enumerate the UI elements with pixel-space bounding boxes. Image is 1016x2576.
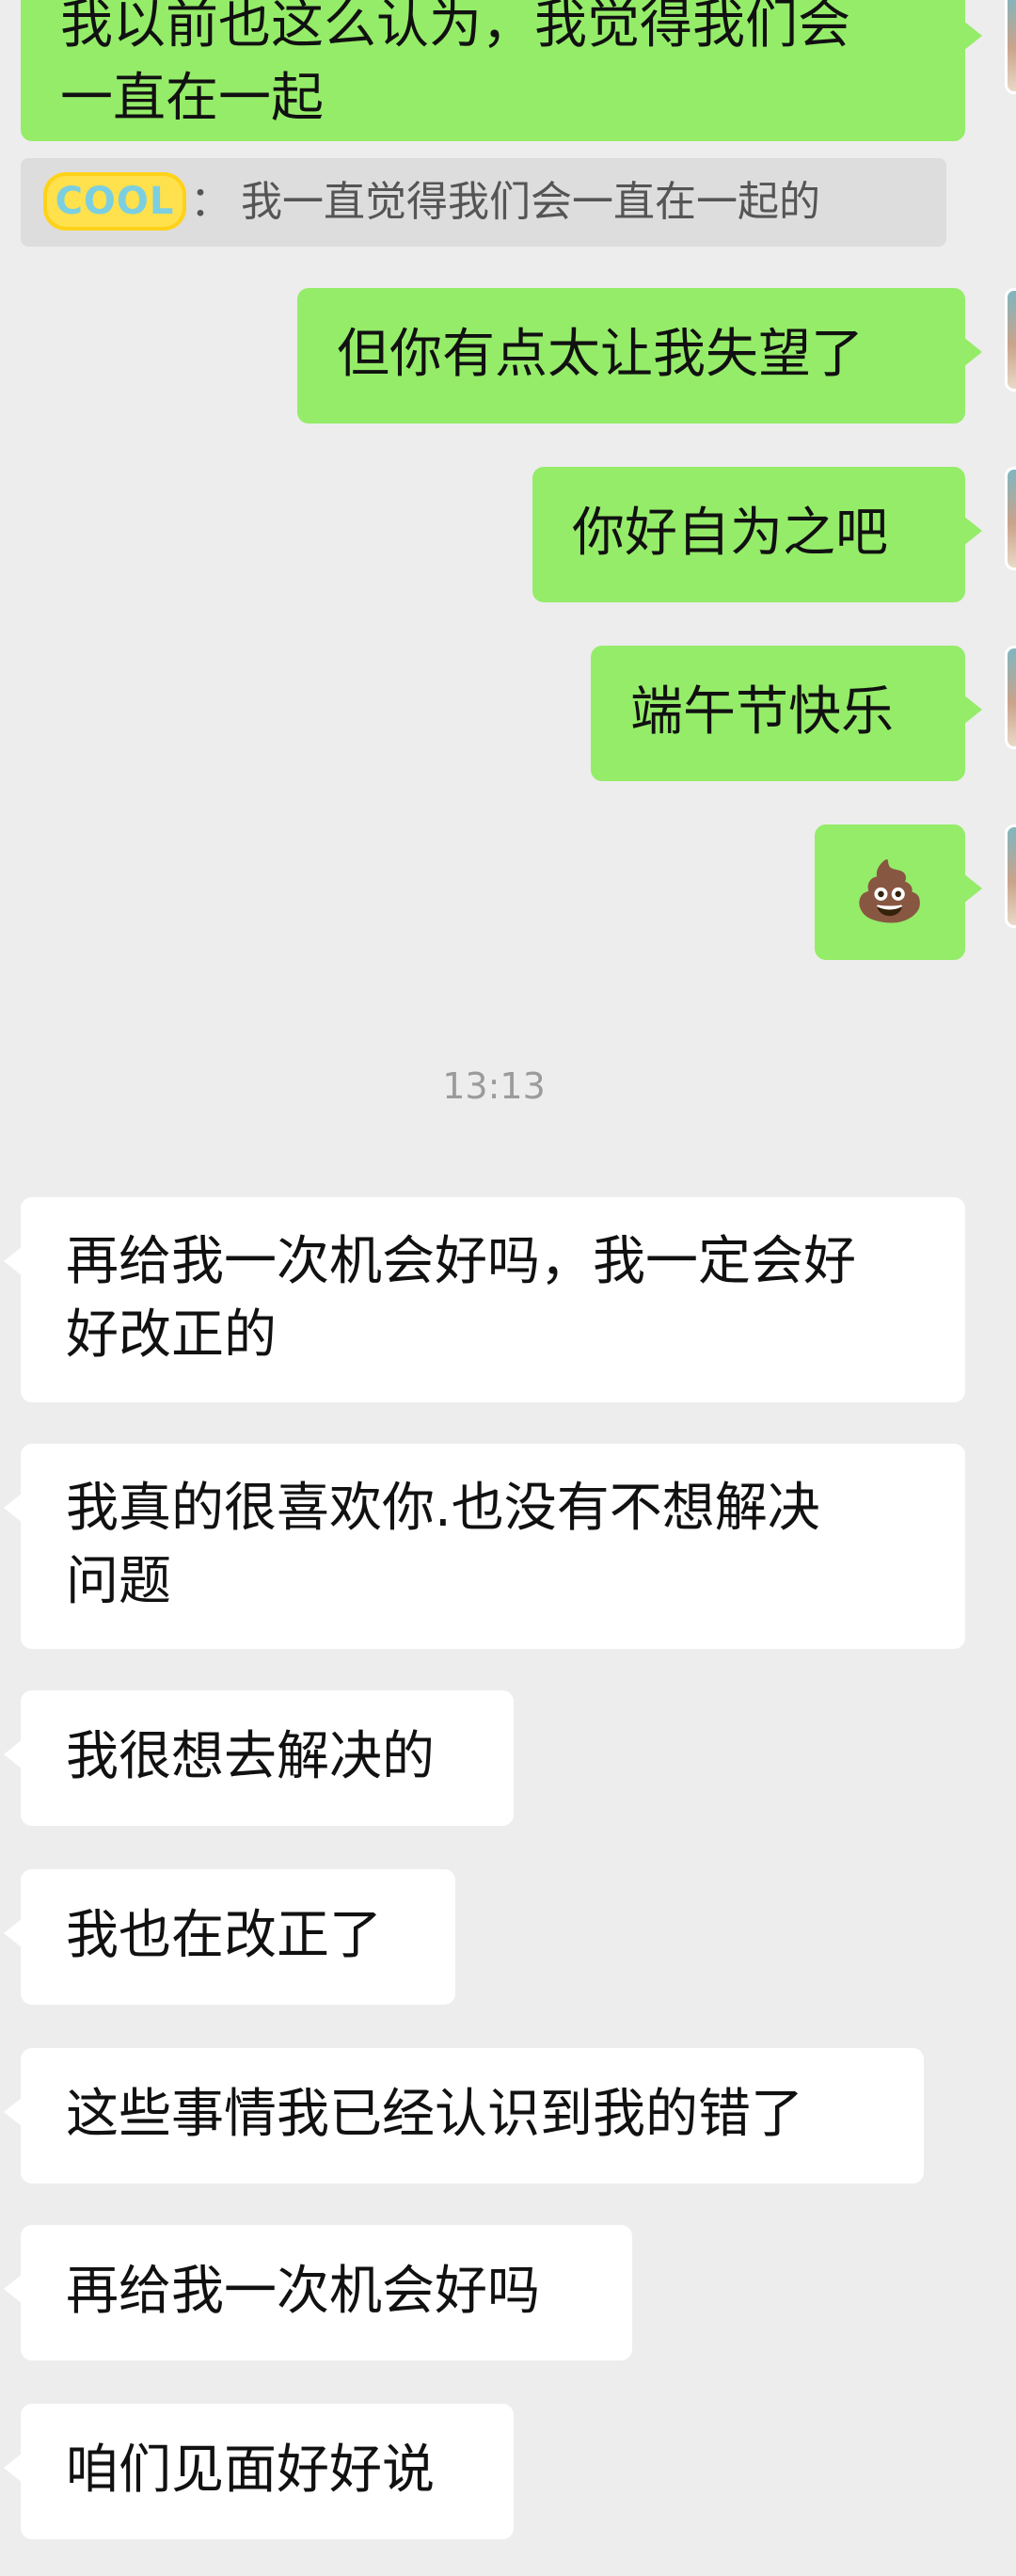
message-text: 我也在改正了 xyxy=(66,1905,382,1966)
received-message-bubble[interactable]: 再给我一次机会好吗 xyxy=(4,2225,632,2360)
self-avatar[interactable] xyxy=(1005,824,1016,928)
sent-message-bubble[interactable]: 端午节快乐 xyxy=(591,646,982,781)
message-text: 我很想去解决的 xyxy=(66,1726,435,1787)
sender-sticker-badge: COOL xyxy=(43,172,186,231)
message-text: 我以前也这么认为，我觉得我们会 xyxy=(60,0,850,56)
self-avatar[interactable] xyxy=(1005,646,1016,749)
message-text: 好改正的 xyxy=(66,1304,277,1366)
message-text: 一直在一起 xyxy=(60,68,324,129)
message-text: 你好自为之吧 xyxy=(572,503,888,564)
received-message-bubble[interactable]: 再给我一次机会好吗，我一定会好 好改正的 xyxy=(4,1197,965,1402)
message-text: 但你有点太让我失望了 xyxy=(337,324,864,385)
quote-separator: ： xyxy=(190,178,231,226)
received-message-bubble[interactable]: 我也在改正了 xyxy=(4,1869,455,2005)
message-text: 这些事情我已经认识到我的错了 xyxy=(66,2084,803,2145)
message-text: 再给我一次机会好吗 xyxy=(66,2261,540,2322)
sent-message-bubble[interactable]: 你好自为之吧 xyxy=(532,467,982,602)
sent-message-bubble[interactable]: 我以前也这么认为，我觉得我们会 一直在一起 xyxy=(21,0,982,141)
received-message-bubble[interactable]: 我真的很喜欢你.也没有不想解决 问题 xyxy=(4,1444,965,1649)
sent-message-bubble[interactable]: 但你有点太让我失望了 xyxy=(297,288,982,424)
self-avatar[interactable] xyxy=(1005,288,1016,392)
message-text: 咱们见面好好说 xyxy=(66,2440,435,2501)
sent-emoji-bubble[interactable]: 💩 xyxy=(815,824,982,960)
received-message-bubble[interactable]: 咱们见面好好说 xyxy=(4,2404,514,2539)
chat-timestamp: 13:13 xyxy=(442,1065,546,1107)
quoted-message[interactable]: COOL：我一直觉得我们会一直在一起的 xyxy=(21,158,946,247)
message-text: 端午节快乐 xyxy=(630,681,894,743)
poop-emoji-icon: 💩 xyxy=(853,856,927,925)
self-avatar[interactable] xyxy=(1005,467,1016,570)
quoted-text: 我一直觉得我们会一直在一起的 xyxy=(241,178,820,226)
message-text: 再给我一次机会好吗，我一定会好 xyxy=(66,1231,856,1292)
received-message-bubble[interactable]: 我很想去解决的 xyxy=(4,1690,514,1826)
message-text: 问题 xyxy=(66,1551,171,1612)
received-message-bubble[interactable]: 这些事情我已经认识到我的错了 xyxy=(4,2048,924,2184)
self-avatar[interactable] xyxy=(1005,0,1016,94)
message-text: 我真的很喜欢你.也没有不想解决 xyxy=(66,1478,820,1539)
